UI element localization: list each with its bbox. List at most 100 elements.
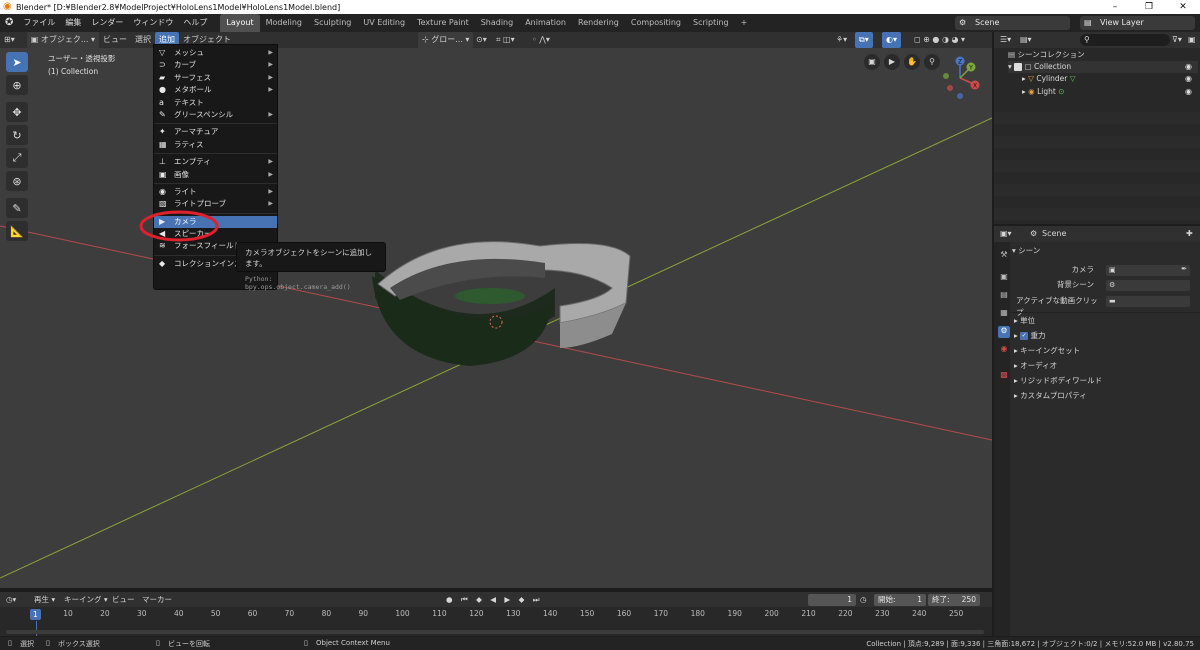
new-collection-icon[interactable]: ▣ — [1188, 35, 1196, 44]
add-menu-item-empty[interactable]: ⊥ エンプティ ▶ — [154, 156, 277, 168]
end-frame-field[interactable]: 終了: 250 — [928, 594, 980, 606]
light-visibility-eye-icon[interactable]: ◉ — [1185, 86, 1192, 98]
select-box-tool-icon[interactable]: ➤ — [6, 52, 28, 72]
play-reverse-icon[interactable]: ◀ — [490, 595, 499, 604]
rigid-body-world-section[interactable]: ▸ リジッドボディワールド — [1014, 375, 1102, 387]
timeline-view-menu[interactable]: ビュー — [112, 592, 135, 607]
outliner-collection-row[interactable]: ▾ ▢ Collection ◉ — [1008, 61, 1198, 73]
measure-tool-icon[interactable]: 📐 — [6, 221, 28, 241]
render-tab-icon[interactable]: ▣ — [998, 272, 1010, 284]
scale-tool-icon[interactable]: ⤢ — [6, 148, 28, 168]
gravity-checkbox[interactable]: ✓ — [1020, 332, 1029, 340]
timeline-playback-menu[interactable]: 再生 ▾ — [34, 592, 55, 607]
background-scene-field[interactable]: ⚙ — [1106, 280, 1190, 291]
camera-icon[interactable]: ▶ — [884, 54, 900, 70]
tab-texture-paint[interactable]: Texture Paint — [411, 14, 475, 32]
light-expand-icon[interactable]: ▸ — [1008, 87, 1026, 96]
mode-selector[interactable]: ▣ オブジェク... ▾ — [26, 32, 100, 48]
pan-hand-icon[interactable]: ✋ — [904, 54, 920, 70]
filter-icon[interactable]: ⊽▾ — [1172, 35, 1182, 44]
add-workspace-button[interactable]: + — [735, 14, 754, 32]
timeline-scrollbar[interactable] — [6, 630, 984, 634]
timeline-editor-icon[interactable]: ◷▾ — [6, 592, 16, 607]
xray-toggle-icon[interactable]: ◐▾ — [882, 32, 901, 48]
tab-sculpting[interactable]: Sculpting — [308, 14, 357, 32]
record-icon[interactable]: ● — [446, 595, 456, 604]
menu-view[interactable]: ビュー — [99, 32, 131, 48]
camera-field[interactable]: ▣ ✒ — [1106, 265, 1190, 276]
tab-layout[interactable]: Layout — [220, 14, 260, 32]
tab-scripting[interactable]: Scripting — [687, 14, 735, 32]
prev-key-icon[interactable]: ◆ — [476, 595, 485, 604]
properties-editor-icon[interactable]: ▣▾ — [1000, 229, 1012, 238]
add-menu-item-mesh[interactable]: ▽ メッシュ ▶ — [154, 47, 277, 59]
output-tab-icon[interactable]: ▤ — [998, 290, 1010, 302]
tab-rendering[interactable]: Rendering — [572, 14, 625, 32]
transform-orientation[interactable]: ⊹ グロー... ▾ — [418, 32, 474, 48]
tab-animation[interactable]: Animation — [519, 14, 572, 32]
outliner-display-icon[interactable]: ▤▾ — [1020, 35, 1032, 44]
outliner-scene-collection[interactable]: ▤ シーンコレクション — [1008, 49, 1198, 61]
proportional-edit-icon[interactable]: ◦ ⋀▾ — [528, 32, 554, 48]
snap-icon[interactable]: ⌗ ◫▾ — [492, 32, 519, 48]
custom-properties-section[interactable]: ▸ カスタムプロパティ — [1014, 390, 1087, 402]
view-layer-selector[interactable]: ▤ View Layer — [1080, 16, 1195, 30]
eyedropper-icon[interactable]: ✒ — [1181, 265, 1187, 273]
add-menu-item-image[interactable]: ▣ 画像 ▶ — [154, 169, 277, 181]
add-menu-item-lattice[interactable]: ▦ ラティス — [154, 139, 277, 151]
cursor-tool-icon[interactable]: ⊕ — [6, 75, 28, 95]
world-tab-icon[interactable]: ◉ — [998, 344, 1010, 356]
gravity-section[interactable]: ▸ ✓ 重力 — [1014, 330, 1046, 342]
menu-window[interactable]: ウィンドウ — [128, 14, 178, 32]
menu-file[interactable]: ファイル — [18, 14, 60, 32]
menu-render[interactable]: レンダー — [86, 14, 128, 32]
add-menu-item-curve[interactable]: ⊃ カーブ ▶ — [154, 59, 277, 71]
gizmo-toggle-icon[interactable]: ⚘▾ — [832, 32, 851, 48]
menu-edit[interactable]: 編集 — [60, 14, 86, 32]
overlay-toggle-icon[interactable]: ⧉▾ — [855, 32, 873, 48]
rotate-tool-icon[interactable]: ↻ — [6, 125, 28, 145]
navigation-gizmo[interactable]: Z X Y — [938, 54, 984, 102]
minimize-button[interactable]: – — [1098, 0, 1132, 14]
menu-select[interactable]: 選択 — [131, 32, 155, 48]
view-layer-tab-icon[interactable]: ▦ — [998, 308, 1010, 320]
shading-modes-icon[interactable]: ◻ ⊕ ● ◑ ◕ ▾ — [910, 32, 969, 48]
play-icon[interactable]: ▶ — [504, 595, 513, 604]
camera-view-icon[interactable]: ▣ — [864, 54, 880, 70]
texture-tab-icon[interactable]: ▩ — [998, 370, 1010, 382]
add-menu-item-light[interactable]: ◉ ライト ▶ — [154, 186, 277, 198]
expand-arrow-icon[interactable]: ▾ — [1008, 62, 1012, 71]
outliner-object-light[interactable]: ▸ ◉ Light ⊙ ◉ — [1008, 86, 1198, 98]
3d-viewport[interactable]: ユーザー・透視投影 (1) Collection ▣ ▶ ✋ ⚲ Z X Y — [0, 48, 992, 588]
add-menu-item-text[interactable]: a テキスト — [154, 97, 277, 109]
blender-menu-icon[interactable]: ✪ — [0, 14, 18, 32]
checkbox-icon[interactable] — [1014, 63, 1023, 71]
move-tool-icon[interactable]: ✥ — [6, 102, 28, 122]
cylinder-expand-icon[interactable]: ▸ — [1008, 74, 1026, 83]
menu-help[interactable]: ヘルプ — [178, 14, 212, 32]
timeline-keying-menu[interactable]: キーイング ▾ — [64, 592, 108, 607]
audio-section[interactable]: ▸ オーディオ — [1014, 360, 1057, 372]
preview-range-icon[interactable]: ◷ — [860, 592, 867, 607]
jump-start-icon[interactable]: ⏮ — [461, 595, 471, 604]
maximize-button[interactable]: ❐ — [1132, 0, 1166, 14]
editor-type-icon[interactable]: ⊞▾ — [0, 32, 19, 48]
tool-tab-icon[interactable]: ⚒ — [998, 250, 1010, 262]
transform-tool-icon[interactable]: ⊛ — [6, 171, 28, 191]
scene-tab-icon[interactable]: ⚙ — [998, 326, 1010, 338]
tab-uv-editing[interactable]: UV Editing — [357, 14, 411, 32]
add-menu-item-armature[interactable]: ✦ アーマチュア — [154, 126, 277, 138]
add-menu-item-surface[interactable]: ▰ サーフェス ▶ — [154, 72, 277, 84]
outliner-search[interactable]: ⚲ — [1080, 34, 1170, 46]
annotate-tool-icon[interactable]: ✎ — [6, 198, 28, 218]
add-menu-item-grease-pencil[interactable]: ✎ グリースペンシル ▶ — [154, 109, 277, 121]
tab-compositing[interactable]: Compositing — [625, 14, 687, 32]
outliner-object-cylinder[interactable]: ▸ ▽ Cylinder ▽ ◉ — [1008, 73, 1198, 85]
pin-icon[interactable]: ✚ — [1186, 229, 1193, 238]
add-menu-item-metaball[interactable]: ● メタボール ▶ — [154, 84, 277, 96]
jump-end-icon[interactable]: ⏭ — [533, 595, 543, 604]
collection-visibility-eye-icon[interactable]: ◉ — [1185, 61, 1192, 73]
outliner-editor-icon[interactable]: ☰▾ — [1000, 35, 1011, 44]
cylinder-visibility-eye-icon[interactable]: ◉ — [1185, 73, 1192, 85]
scene-selector[interactable]: ⚙ Scene — [955, 16, 1070, 30]
